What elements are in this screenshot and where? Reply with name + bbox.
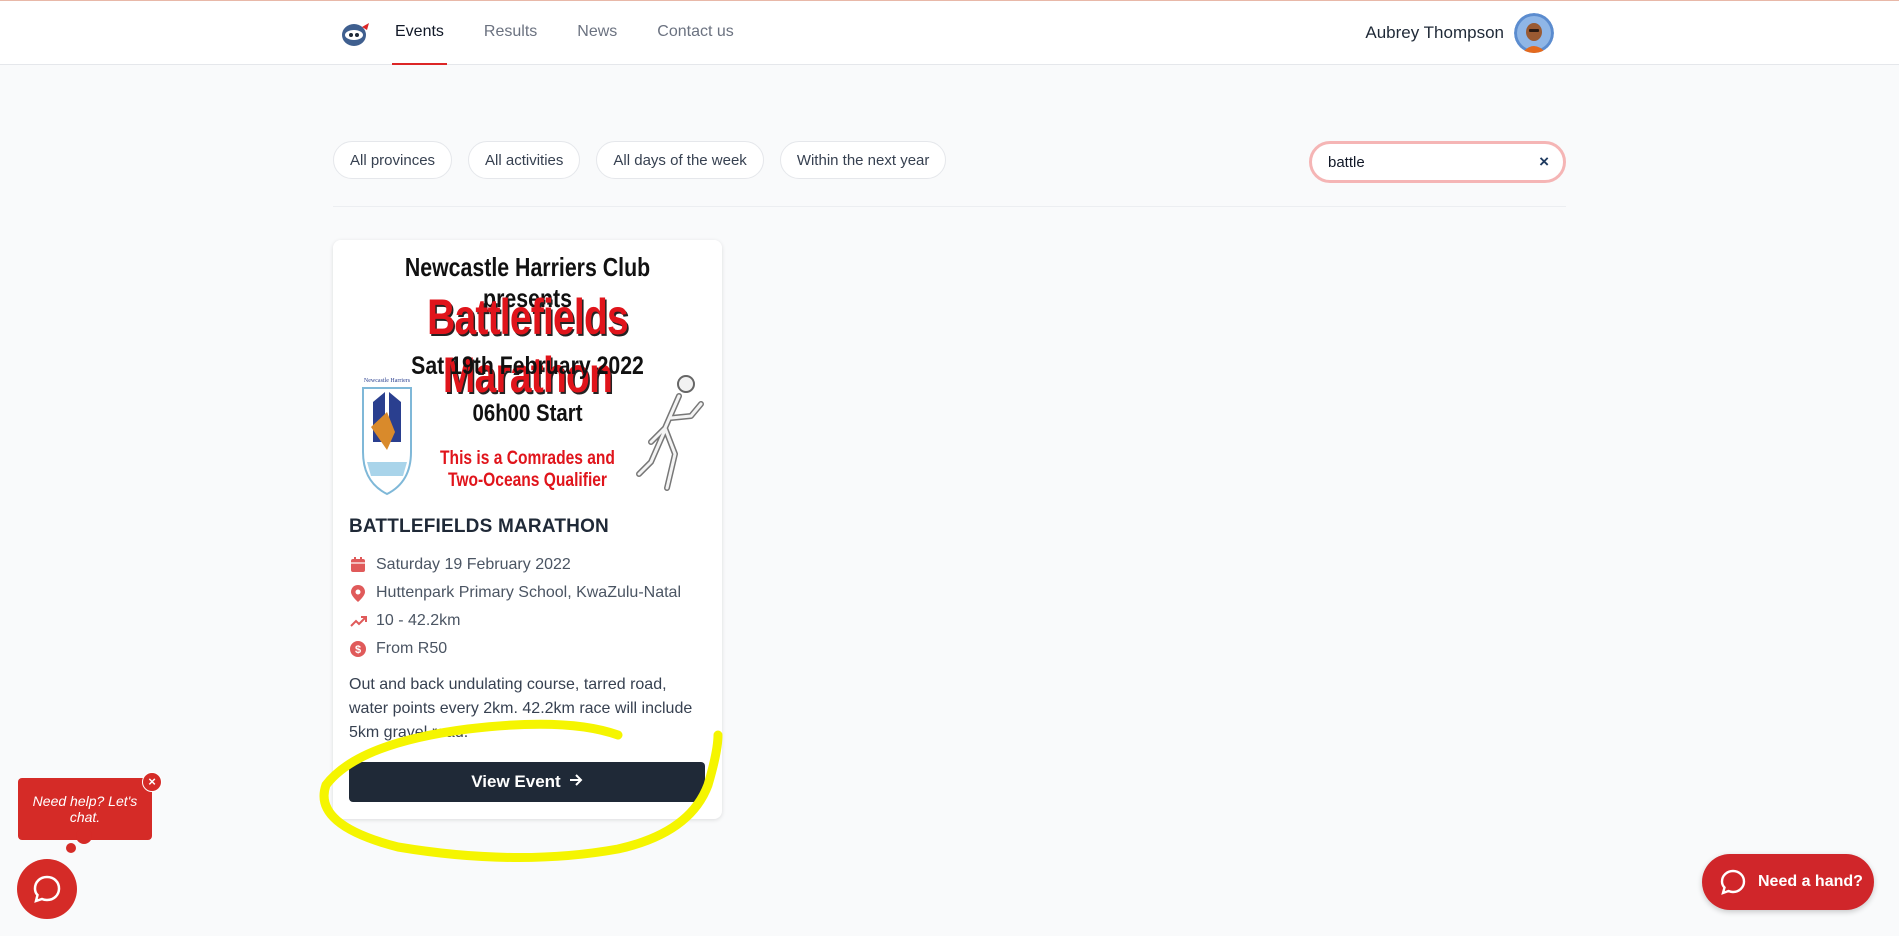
event-location-row: Huttenpark Primary School, KwaZulu-Natal [349,584,681,602]
search-input[interactable] [1326,152,1530,172]
event-location: Huttenpark Primary School, KwaZulu-Natal [376,584,682,601]
days-filter[interactable]: All days of the week [596,141,764,179]
chat-bubble-icon [33,875,61,903]
event-date-row: Saturday 19 February 2022 [349,556,571,574]
nav-results[interactable]: Results [481,1,540,65]
event-date: Saturday 19 February 2022 [376,556,571,573]
province-filter[interactable]: All provinces [333,141,453,179]
filter-bar: All provinces All activities All days of… [333,141,962,179]
need-a-hand-label: Need a hand? [1758,873,1863,890]
calendar-icon [349,556,367,574]
chat-prompt-text: Need help? Let's chat. [32,793,138,825]
period-filter[interactable]: Within the next year [779,141,947,179]
activity-filter[interactable]: All activities [468,141,581,179]
view-event-label: View Event [471,772,561,791]
clear-search-icon[interactable]: × [1539,153,1549,171]
event-distance-row: 10 - 42.2km [349,612,460,630]
svg-text:$: $ [355,644,361,656]
need-a-hand-button[interactable]: Need a hand? [1702,854,1874,910]
chat-bubble-tail-small [66,843,76,853]
currency-icon: $ [349,640,367,658]
arrow-right-icon [569,773,583,791]
event-description: Out and back undulating course, tarred r… [349,676,693,741]
club-badge-icon: Newcastle Harriers [362,378,412,496]
event-price: From R50 [376,640,448,657]
event-price-row: $ From R50 [349,640,447,658]
user-name[interactable]: Aubrey Thompson [1365,23,1504,43]
nav-contact-us[interactable]: Contact us [654,1,736,65]
event-distance: 10 - 42.2km [376,612,461,629]
club-badge-text: Newcastle Harriers [364,378,411,384]
event-card[interactable]: Newcastle Harriers Club presents Battlef… [333,240,722,819]
runner-silhouette-icon [636,375,704,491]
user-menu[interactable]: Aubrey Thompson [1365,13,1554,53]
main-nav: Events Results News Contact us [392,1,771,65]
event-title[interactable]: BATTLEFIELDS MARATHON [349,516,609,538]
close-chat-prompt-icon[interactable]: × [142,772,162,792]
divider [333,206,1566,207]
speech-bubble-icon [1720,869,1746,895]
nav-events[interactable]: Events [392,1,447,65]
location-pin-icon [349,584,367,602]
chat-launcher-button[interactable] [17,859,77,919]
trending-up-icon [349,612,367,630]
view-event-button[interactable]: View Event [349,762,705,802]
search-box: × [1309,141,1566,183]
logo-icon[interactable] [340,19,370,49]
top-navigation-bar: Events Results News Contact us Aubrey Th… [0,0,1899,65]
chat-bubble-tail [76,828,92,844]
avatar[interactable] [1514,13,1554,53]
nav-news[interactable]: News [574,1,620,65]
event-poster[interactable]: Newcastle Harriers Club presents Battlef… [333,240,722,502]
